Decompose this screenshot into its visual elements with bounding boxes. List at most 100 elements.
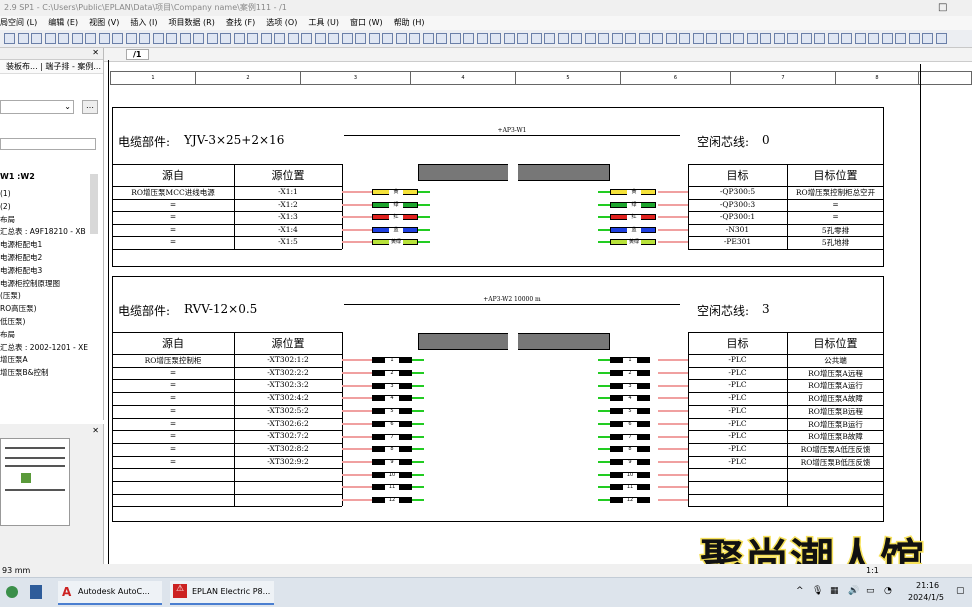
grid-line (112, 468, 342, 470)
core-label: 11 (385, 485, 399, 491)
cable-dimension-line (344, 304, 680, 305)
taskbar-app-eplan[interactable]: ⚠ EPLAN Electric P8... (170, 581, 274, 605)
grid-line (688, 332, 884, 333)
drawing-border-left (108, 60, 109, 580)
source-cell: = (169, 380, 177, 390)
wire-stripe-right (658, 384, 688, 387)
target-position-cell: RO增压泵B故障 (808, 432, 863, 442)
taskbar-app-autocad[interactable]: A Autodesk AutoC... (58, 581, 162, 605)
target-cell: -PLC (728, 431, 747, 441)
core-lead (598, 486, 610, 489)
tray-chevron-icon[interactable]: ^ (796, 586, 804, 596)
core-lead (412, 473, 424, 476)
wifi-icon[interactable]: ◔ (884, 586, 892, 596)
target-position-cell: RO增压泵A运行 (808, 381, 863, 391)
core-label: 9 (385, 459, 399, 465)
microphone-icon[interactable]: 🎙 (812, 586, 823, 596)
core-lead (598, 191, 610, 194)
grid-line (342, 164, 343, 249)
target-cell: -PLC (728, 418, 747, 428)
column-header-target: 目标 (726, 337, 749, 350)
grid-line (112, 248, 342, 250)
core-lead (418, 203, 430, 206)
target-cell: -N301 (725, 224, 750, 234)
wire-stripe-right (658, 216, 688, 219)
wire-stripe-left (342, 372, 372, 375)
core-lead (598, 435, 610, 438)
core-lead (598, 216, 610, 219)
core-marker-left: 12 (372, 497, 412, 504)
core-label: 9 (623, 459, 637, 465)
core-marker-right: 3 (610, 382, 650, 389)
core-lead (418, 241, 430, 244)
target-cell: -PLC (728, 355, 747, 364)
taskbar-app-label: EPLAN Electric P8... (192, 587, 271, 596)
core-label: 8 (385, 447, 399, 453)
wire-stripe-left (342, 486, 372, 489)
wire-stripe-left (342, 473, 372, 476)
wire-stripe-right (658, 486, 688, 489)
clock-time: 21:16 (916, 581, 940, 590)
core-lead (598, 228, 610, 231)
calculator-icon[interactable] (30, 585, 42, 599)
spare-cores-value: 0 (762, 133, 770, 147)
core-marker-left: 3 (372, 382, 412, 389)
core-lead (598, 422, 610, 425)
target-position-cell: RO增压泵B运行 (808, 419, 863, 429)
core-marker-right: 4 (610, 395, 650, 402)
source-cell: = (169, 237, 177, 246)
core-marker-left: 9 (372, 458, 412, 465)
target-cell: -PLC (728, 405, 747, 415)
source-position-cell: -XT302:9:2 (267, 456, 309, 466)
status-bar: 93 mm 1:1 (0, 564, 972, 577)
target-position-cell: RO增压泵B远程 (808, 406, 863, 416)
core-marker-right: 10 (610, 471, 650, 478)
battery-icon[interactable]: ▭ (866, 586, 875, 596)
source-cell: = (169, 405, 177, 415)
grid-line (342, 332, 343, 507)
column-header-source: 源自 (162, 337, 184, 350)
core-label: 绿 (627, 202, 641, 208)
core-marker-left: 11 (372, 484, 412, 491)
target-cell: -QP300:5 (719, 187, 756, 196)
core-marker-left: 2 (372, 370, 412, 377)
wire-stripe-right (658, 473, 688, 476)
core-marker-left: 8 (372, 446, 412, 453)
spare-cores-value: 3 (762, 302, 770, 316)
network-icon[interactable]: ▦ (830, 586, 839, 596)
grid-line (112, 332, 342, 333)
volume-icon[interactable]: 🔊 (848, 586, 859, 596)
cursor-guide-line (920, 64, 921, 564)
target-position-cell: 公共端 (824, 356, 847, 365)
column-header-target-position: 目标位置 (813, 337, 858, 350)
source-cell: = (169, 224, 177, 234)
notification-icon[interactable]: ▢ (956, 586, 965, 596)
spare-cores-label: 空闲芯线: (697, 304, 750, 318)
cable-part-label: 电缆部件: (118, 135, 171, 149)
source-position-cell: -X1:2 (278, 199, 298, 209)
wire-stripe-left (342, 397, 372, 400)
grid-line (112, 493, 342, 495)
target-position-cell: RO增压泵A远程 (808, 368, 863, 378)
target-position-cell: 5孔零排 (821, 225, 850, 235)
source-cell: RO增压泵MCC进线电源 (131, 188, 215, 197)
core-label: 黄 (627, 190, 641, 196)
target-cell: -PLC (728, 456, 747, 466)
wire-stripe-right (658, 435, 688, 438)
app-icon[interactable] (6, 586, 18, 598)
core-lead (418, 216, 430, 219)
core-lead (598, 473, 610, 476)
core-label: 11 (623, 485, 637, 491)
source-cell: = (169, 418, 177, 428)
cable-name: +AP3-W2 10000 m (483, 296, 541, 303)
drawing-canvas[interactable]: 电缆部件: YJV-3×25+2×16 空闲芯线: 0 +AP3-W1 源自 源位置 目标 目标… (0, 0, 972, 607)
core-marker-left: 5 (372, 408, 412, 415)
grid-line (688, 481, 884, 482)
core-marker-right: 蓝 (610, 226, 656, 233)
core-marker-left: 10 (372, 471, 412, 478)
column-header-source-position: 源位置 (271, 337, 305, 350)
wire-stripe-left (342, 422, 372, 425)
source-cell: = (169, 212, 177, 221)
wire-stripe-right (658, 499, 688, 502)
core-marker-left: 红 (372, 214, 418, 221)
